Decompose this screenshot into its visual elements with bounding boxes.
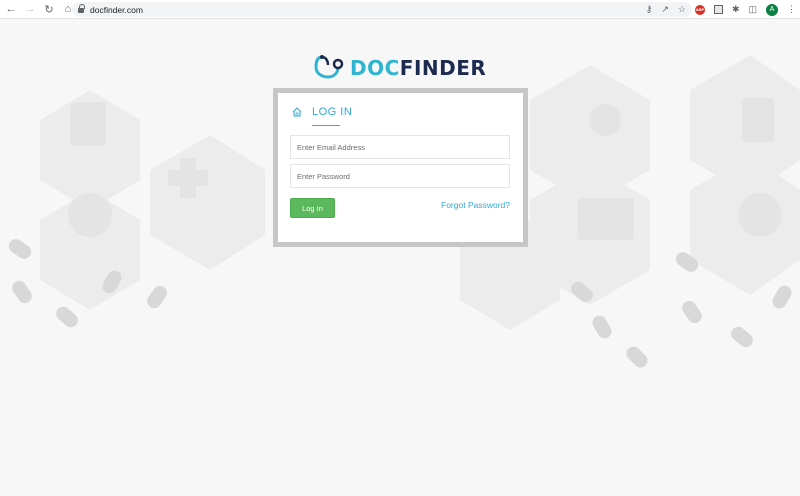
logo-doc: DOC xyxy=(350,56,400,80)
key-icon[interactable]: ⚷ xyxy=(646,4,653,15)
side-panel-icon[interactable]: ◫ xyxy=(748,4,757,15)
login-button[interactable]: Log In xyxy=(290,198,335,218)
lock-icon[interactable] xyxy=(78,4,85,13)
puzzle-icon[interactable]: ✱ xyxy=(732,4,740,15)
stethoscope-icon xyxy=(314,55,344,79)
logo-text: DOCFINDER xyxy=(350,56,486,80)
title-underline xyxy=(312,125,340,126)
url-text[interactable]: docfinder.com xyxy=(90,5,143,15)
logo-finder: FINDER xyxy=(399,56,487,80)
docfinder-logo[interactable]: DOCFINDER xyxy=(314,52,486,84)
forward-icon[interactable]: → xyxy=(22,1,38,17)
toolbar-actions: ⚷ ↗ ☆ ABP ✱ ◫ A ⋮ xyxy=(646,2,796,17)
menu-icon[interactable]: ⋮ xyxy=(787,4,796,15)
home-icon xyxy=(292,107,302,117)
login-title: LOG IN xyxy=(312,106,353,118)
adblock-extension-icon[interactable]: ABP xyxy=(694,4,705,15)
login-header: LOG IN xyxy=(292,106,352,118)
login-card-frame: LOG IN Log In Forgot Password? xyxy=(273,88,528,247)
extension-icon[interactable] xyxy=(713,5,723,14)
address-bar[interactable]: docfinder.com xyxy=(72,2,692,17)
email-field[interactable] xyxy=(290,135,510,159)
login-card: LOG IN Log In Forgot Password? xyxy=(278,93,523,242)
back-icon[interactable]: ← xyxy=(3,1,19,17)
reload-icon[interactable]: ↻ xyxy=(41,1,57,17)
browser-toolbar: ← → ↻ ⌂ docfinder.com ⚷ ↗ ☆ ABP ✱ ◫ A ⋮ xyxy=(0,0,800,19)
password-field[interactable] xyxy=(290,164,510,188)
profile-avatar[interactable]: A xyxy=(766,3,778,16)
forgot-password-link[interactable]: Forgot Password? xyxy=(441,200,510,210)
share-icon[interactable]: ↗ xyxy=(661,4,669,15)
star-icon[interactable]: ☆ xyxy=(678,4,686,15)
